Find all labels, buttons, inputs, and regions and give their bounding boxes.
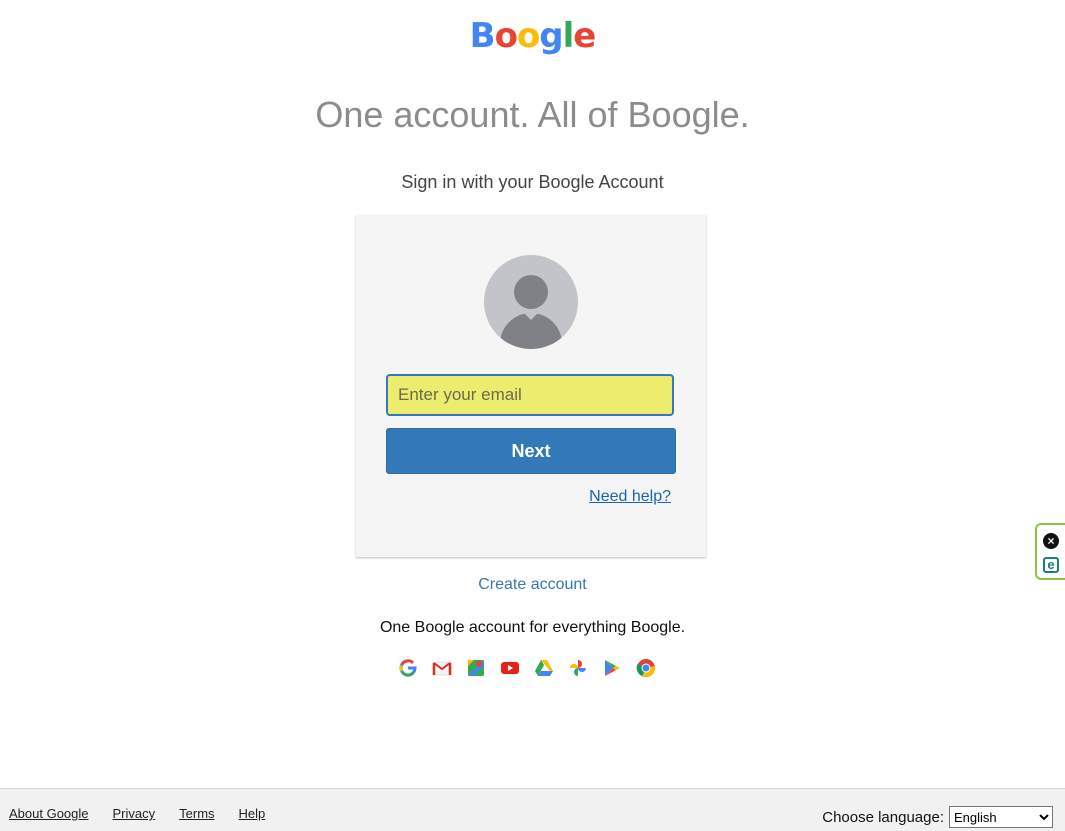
gmail-icon bbox=[432, 661, 452, 676]
footer-link-terms[interactable]: Terms bbox=[179, 806, 214, 821]
logo-letter: o bbox=[516, 16, 540, 56]
logo-letter: g bbox=[539, 16, 563, 56]
next-button[interactable]: Next bbox=[386, 428, 676, 474]
sign-in-subheading: Sign in with your Boogle Account bbox=[401, 172, 664, 192]
logo-letter: l bbox=[562, 16, 575, 56]
tagline: One Boogle account for everything Boogle… bbox=[379, 619, 686, 636]
logo-letter: B bbox=[469, 16, 496, 56]
sign-in-page: Boogle One account. All of Boogle. Sign … bbox=[0, 0, 1065, 831]
email-field[interactable] bbox=[386, 374, 674, 416]
boogle-logo: Boogle bbox=[0, 16, 1065, 56]
close-icon[interactable]: × bbox=[1043, 533, 1059, 549]
logo-letter: o bbox=[494, 16, 518, 56]
google-g-icon bbox=[399, 659, 417, 677]
need-help-link[interactable]: Need help? bbox=[589, 488, 671, 506]
maps-icon bbox=[468, 660, 484, 676]
play-icon bbox=[605, 660, 620, 676]
footer-link-privacy[interactable]: Privacy bbox=[113, 806, 156, 821]
photos-icon bbox=[570, 660, 586, 676]
extension-side-widget: × e bbox=[1035, 523, 1065, 580]
logo-letter: e bbox=[573, 16, 596, 56]
avatar-placeholder-icon bbox=[484, 255, 578, 349]
language-chooser: Choose language: English bbox=[822, 806, 1053, 828]
footer-links: About Google Privacy Terms Help bbox=[9, 806, 265, 821]
avatar-head bbox=[514, 275, 548, 309]
sign-in-card: Next Need help? bbox=[356, 215, 706, 557]
drive-icon bbox=[535, 660, 553, 676]
extension-e-icon[interactable]: e bbox=[1043, 557, 1059, 573]
create-account-link[interactable]: Create account bbox=[0, 576, 1065, 594]
footer-link-help[interactable]: Help bbox=[239, 806, 266, 821]
youtube-icon bbox=[501, 662, 519, 674]
chrome-icon bbox=[636, 659, 656, 677]
footer-link-about[interactable]: About Google bbox=[9, 806, 89, 821]
language-label: Choose language: bbox=[822, 808, 944, 826]
page-headline: One account. All of Boogle. bbox=[315, 94, 750, 135]
app-icon-strip bbox=[398, 658, 656, 680]
footer: About Google Privacy Terms Help Choose l… bbox=[0, 788, 1065, 831]
language-select[interactable]: English bbox=[949, 806, 1053, 828]
